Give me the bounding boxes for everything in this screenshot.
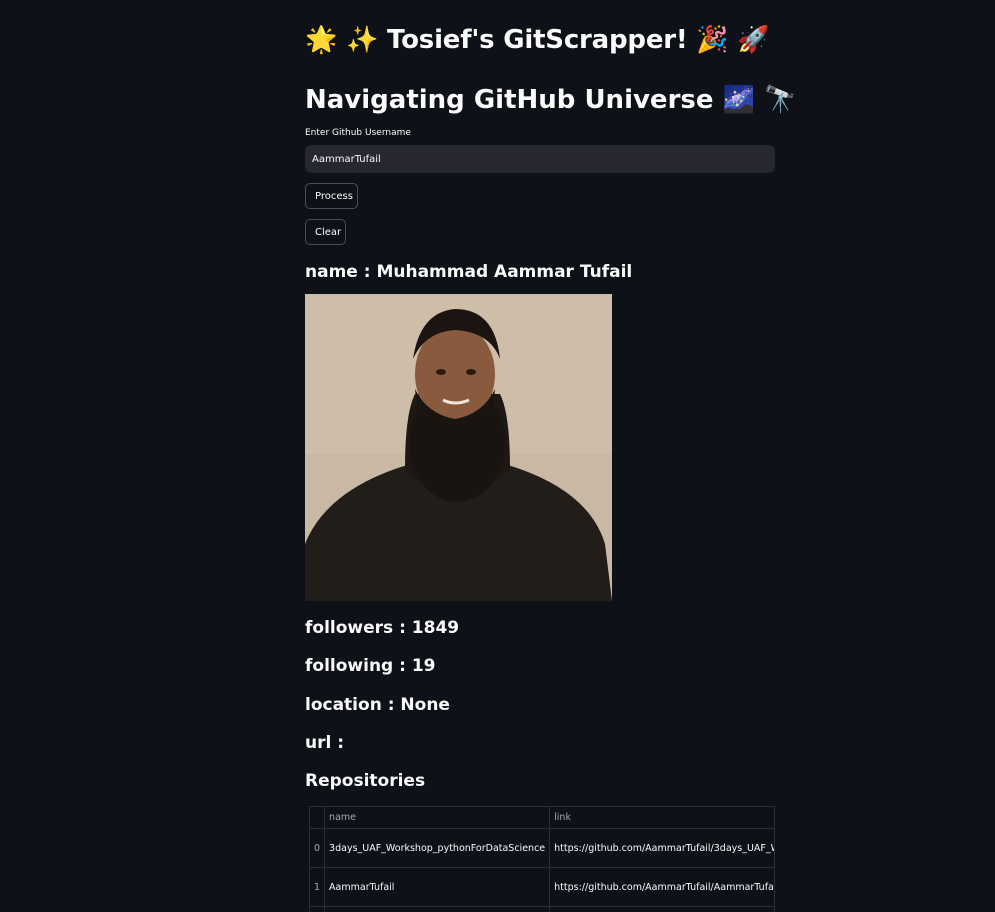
- profile-name: name : Muhammad Aammar Tufail: [305, 262, 633, 282]
- process-button[interactable]: Process: [305, 183, 358, 209]
- row-index: 0: [310, 828, 326, 868]
- table-row[interactable]: 1 AammarTufail https://github.com/Aammar…: [310, 867, 774, 907]
- repo-name-cell[interactable]: AammarTufail: [324, 867, 551, 907]
- table-row[interactable]: [310, 906, 774, 912]
- repositories-table[interactable]: name link 0 3days_UAF_Workshop_pythonFor…: [309, 806, 775, 912]
- row-index: [310, 906, 326, 912]
- repo-name-cell[interactable]: 3days_UAF_Workshop_pythonForDataScience: [324, 828, 551, 868]
- page-title: 🌟 ✨ Tosief's GitScrapper! 🎉 🚀: [305, 25, 770, 55]
- repo-link-cell[interactable]: [549, 906, 774, 912]
- table-header-row: name link: [310, 807, 774, 829]
- column-header-index[interactable]: [310, 807, 326, 829]
- row-index: 1: [310, 867, 326, 907]
- profile-followers: followers : 1849: [305, 618, 460, 638]
- avatar: [305, 294, 612, 601]
- repo-link-cell[interactable]: https://github.com/AammarTufail/AammarTu…: [549, 867, 774, 907]
- column-header-link[interactable]: link: [549, 807, 774, 829]
- profile-location: location : None: [305, 695, 450, 715]
- repositories-heading: Repositories: [305, 771, 426, 791]
- profile-following: following : 19: [305, 656, 436, 676]
- page-subtitle: Navigating GitHub Universe 🌌 🔭: [305, 85, 797, 115]
- table-row[interactable]: 0 3days_UAF_Workshop_pythonForDataScienc…: [310, 828, 774, 868]
- clear-button[interactable]: Clear: [305, 219, 346, 245]
- username-input[interactable]: [305, 145, 775, 173]
- repo-name-cell[interactable]: [324, 906, 551, 912]
- repo-link-cell[interactable]: https://github.com/AammarTufail/3days_UA…: [549, 828, 774, 868]
- profile-url: url :: [305, 733, 345, 753]
- column-header-name[interactable]: name: [324, 807, 551, 829]
- username-input-label: Enter Github Username: [305, 128, 411, 138]
